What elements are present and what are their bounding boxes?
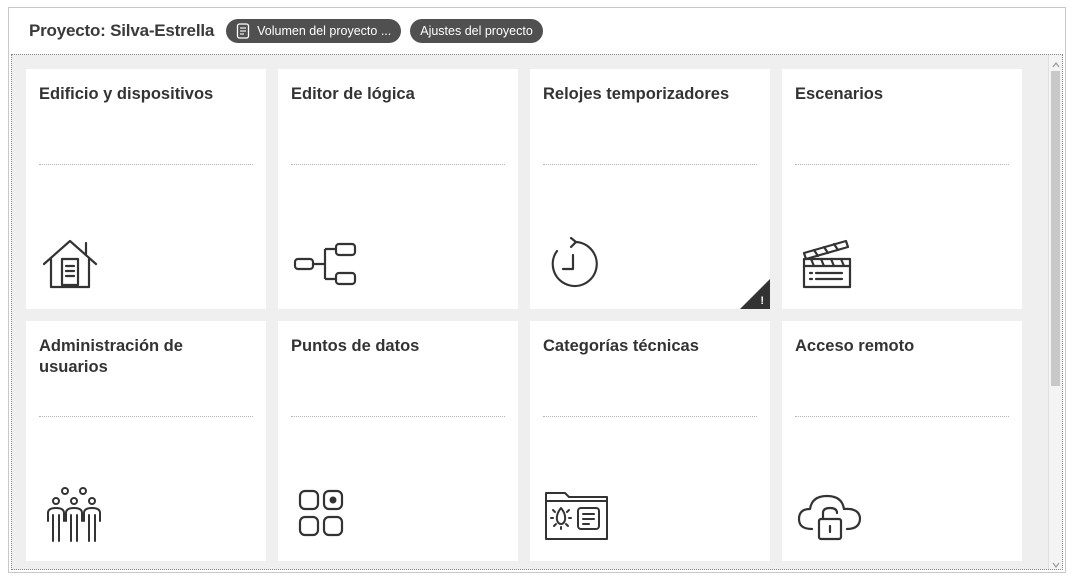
tile-title: Edificio y dispositivos [39, 85, 214, 103]
tile-timer-clocks[interactable]: Relojes temporizadores ! [530, 69, 770, 309]
project-settings-button[interactable]: Ajustes del proyecto [410, 19, 543, 43]
tile-user-management[interactable]: Administración de usuarios [26, 321, 266, 561]
vertical-scrollbar[interactable] [1048, 55, 1062, 569]
technical-folder-icon [545, 487, 608, 543]
project-volume-label: Volumen del proyecto ... [257, 24, 392, 38]
divider [291, 164, 505, 165]
tile-technical-categories[interactable]: Categorías técnicas [530, 321, 770, 561]
tile-data-points[interactable]: Puntos de datos [278, 321, 518, 561]
cloud-lock-icon [797, 487, 862, 543]
divider [543, 164, 757, 165]
timer-clock-icon [545, 235, 605, 291]
tile-title: Editor de lógica [291, 85, 415, 103]
project-volume-button[interactable]: Volumen del proyecto ... [226, 19, 402, 43]
divider [291, 416, 505, 417]
project-title: Proyecto: Silva-Estrella [29, 21, 215, 40]
tile-title: Relojes temporizadores [543, 85, 730, 103]
tile-title: Escenarios [795, 85, 884, 103]
divider [543, 416, 757, 417]
scrollbar-thumb[interactable] [1051, 71, 1060, 386]
tile-logic-editor[interactable]: Editor de lógica [278, 69, 518, 309]
warning-badge-label: ! [760, 295, 764, 307]
tile-title: Puntos de datos [291, 337, 420, 355]
tile-scenarios[interactable]: Escenarios [782, 69, 1022, 309]
divider [39, 164, 253, 165]
tile-title: Acceso remoto [795, 337, 915, 355]
clapperboard-icon [797, 235, 857, 291]
document-icon [236, 23, 250, 39]
divider [795, 164, 1009, 165]
project-header: Proyecto: Silva-Estrella Volumen del pro… [9, 8, 1065, 54]
project-window: Proyecto: Silva-Estrella Volumen del pro… [8, 7, 1066, 573]
warning-badge: ! [740, 279, 770, 309]
tile-title: Administración de usuarios [39, 337, 183, 376]
divider [795, 416, 1009, 417]
tile-remote-access[interactable]: Acceso remoto [782, 321, 1022, 561]
scroll-up-icon[interactable] [1051, 57, 1061, 68]
logic-flow-icon [293, 235, 357, 291]
tile-title: Categorías técnicas [543, 337, 699, 355]
datapoints-grid-icon [293, 487, 353, 543]
users-group-icon [41, 487, 101, 543]
tiles-panel: Edificio y dispositivos Editor de lógica… [11, 54, 1063, 570]
tile-building-devices[interactable]: Edificio y dispositivos [26, 69, 266, 309]
scroll-down-icon[interactable] [1051, 557, 1061, 568]
divider [39, 416, 253, 417]
house-icon [41, 235, 101, 291]
